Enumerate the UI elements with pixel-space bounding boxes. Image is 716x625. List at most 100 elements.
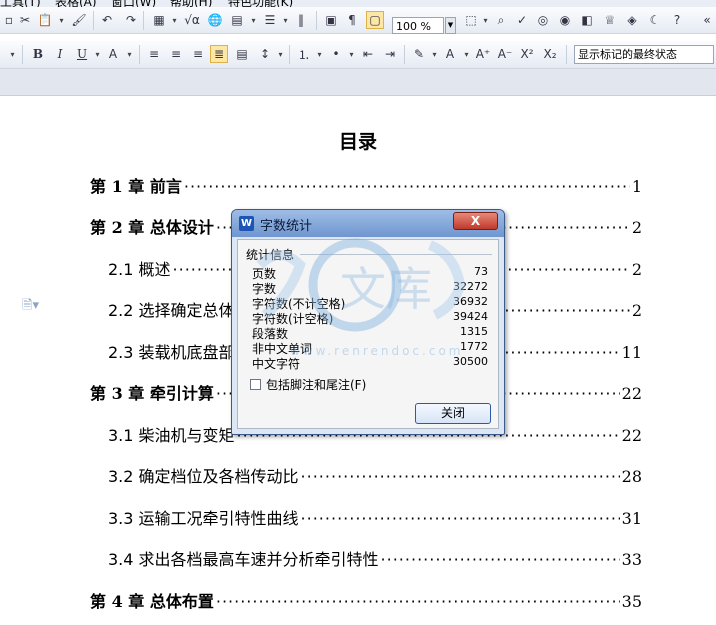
decrease-indent-icon[interactable]: ⇤ (359, 45, 377, 63)
dialog-titlebar[interactable]: W 字数统计 X (232, 210, 504, 237)
toc-entry-label: 3.2 确定档位及各档传动比 (108, 467, 299, 486)
show-hide-marks-icon[interactable]: ¶ (343, 11, 361, 29)
italic-icon[interactable]: I (51, 45, 69, 63)
select-objects-icon[interactable]: ⬚ (462, 11, 480, 29)
increase-indent-icon[interactable]: ⇥ (381, 45, 399, 63)
table-dropdown-icon[interactable]: ▾ (170, 11, 179, 29)
line-spacing-icon[interactable]: ↕ (256, 45, 274, 63)
toc-entry-page: 22 (621, 384, 642, 403)
line-spacing-dropdown-icon[interactable]: ▾ (276, 45, 285, 63)
toolbar-more-icon[interactable]: « (698, 11, 716, 29)
bullets-icon[interactable]: • (327, 45, 345, 63)
stat-value: 39424 (453, 310, 488, 323)
grow-font-icon[interactable]: A⁺ (474, 45, 492, 63)
close-button[interactable]: 关闭 (415, 403, 491, 424)
separator (143, 11, 144, 30)
font-color-icon[interactable]: A (441, 45, 459, 63)
paste-icon[interactable]: 📋 (36, 11, 54, 29)
underline-icon[interactable]: U (73, 45, 91, 63)
page-view-icon[interactable]: ▢ (366, 11, 384, 29)
stat-row: 非中文单词 1772 (252, 340, 488, 356)
underline-dropdown-icon[interactable]: ▾ (93, 45, 102, 63)
align-center-icon[interactable]: ≡ (167, 45, 185, 63)
shrink-font-icon[interactable]: A⁻ (496, 45, 514, 63)
toc-entry-label: 第 1 章 前言 (90, 177, 182, 196)
translate-icon[interactable]: ◎ (534, 11, 552, 29)
align-justify-icon[interactable]: ≣ (210, 45, 228, 63)
font-color-dropdown-icon[interactable]: ▾ (462, 45, 471, 63)
stat-value: 1315 (460, 325, 488, 338)
stat-row: 段落数 1315 (252, 325, 488, 341)
distributed-align-icon[interactable]: ▤ (233, 45, 251, 63)
share-icon[interactable]: ◉ (556, 11, 574, 29)
highlight-dropdown-icon[interactable]: ▾ (430, 45, 439, 63)
night-mode-icon[interactable]: ☾ (646, 11, 664, 29)
toc-leader: ········································… (380, 550, 620, 569)
insert-chart-icon[interactable]: ▤ (228, 11, 246, 29)
columns-icon[interactable]: ☰ (261, 11, 279, 29)
spelling-check-icon[interactable]: ✓ (513, 11, 531, 29)
wps-writer-icon: W (239, 216, 254, 231)
undo-icon[interactable]: ↶ (98, 11, 116, 29)
numbering-dropdown-icon[interactable]: ▾ (315, 45, 324, 63)
subscript-icon[interactable]: X₂ (541, 45, 559, 63)
toc-entry-page: 33 (621, 550, 642, 569)
separator (22, 45, 23, 64)
dialog-close-button[interactable]: X (453, 212, 498, 230)
insert-table-icon[interactable]: ▦ (150, 11, 168, 29)
document-title: 目录 (338, 131, 377, 153)
chart-dropdown-icon[interactable]: ▾ (249, 11, 258, 29)
numbering-icon[interactable]: ⒈ (295, 45, 313, 63)
font-effects-dropdown-icon[interactable]: ▾ (125, 45, 134, 63)
align-left-icon[interactable]: ≡ (145, 45, 163, 63)
zoom-dropdown-icon[interactable]: ▼ (445, 17, 456, 34)
highlight-icon[interactable]: ✎ (410, 45, 428, 63)
toc-entry-page: 2 (631, 218, 642, 237)
superscript-icon[interactable]: X² (518, 45, 536, 63)
bold-icon[interactable]: B (29, 45, 47, 63)
toc-entry[interactable]: 第 1 章 前言 ·······························… (90, 173, 642, 197)
toc-entry[interactable]: 3.2 确定档位及各档传动比 ·························… (108, 463, 642, 487)
toc-entry-label: 2.2 选择确定总体 (108, 301, 235, 320)
hyperlink-icon[interactable]: 🌐 (206, 11, 224, 29)
toc-entry-label: 第 4 章 总体布置 (90, 592, 214, 611)
find-icon[interactable]: ⌕ (492, 11, 510, 29)
toc-entry-page: 22 (621, 426, 642, 445)
help-icon[interactable]: ? (668, 11, 686, 29)
separator (289, 45, 290, 64)
document-map-icon[interactable]: ▣ (322, 11, 340, 29)
cut-icon[interactable]: ✂ (16, 11, 34, 29)
font-effects-icon[interactable]: A (104, 45, 122, 63)
zoom-input[interactable]: 100 % (392, 17, 444, 34)
align-right-icon[interactable]: ≡ (189, 45, 207, 63)
track-changes-view-select[interactable]: 显示标记的最终状态 (574, 45, 714, 64)
toc-entry-page: 35 (621, 592, 642, 611)
stat-row: 页数 73 (252, 265, 488, 281)
include-footnotes-checkbox[interactable] (250, 379, 261, 390)
font-size-dropdown-icon[interactable]: ▾ (8, 45, 17, 63)
stat-row: 字符数(不计空格) 36932 (252, 295, 488, 311)
statistics-group-label: 统计信息 (246, 248, 295, 262)
standard-toolbar: ▫ ✂ 📋 ▾ 🖌 ↶ ↷ ▦ ▾ √α 🌐 ▤ ▾ ☰ ▾ ‖ ▣ ¶ ▢ 1… (0, 7, 716, 34)
show-paragraph-marks-icon[interactable]: ‖ (292, 11, 310, 29)
toc-entry[interactable]: 第 4 章 总体布置 ·····························… (90, 588, 642, 612)
redo-icon[interactable]: ↷ (122, 11, 140, 29)
skin-icon[interactable]: ♕ (601, 11, 619, 29)
toc-entry[interactable]: 3.4 求出各档最高车速并分析牵引特性 ····················… (108, 546, 642, 570)
include-footnotes-label[interactable]: 包括脚注和尾注(F) (266, 376, 366, 393)
wps-online-icon[interactable]: ◧ (578, 11, 596, 29)
columns-dropdown-icon[interactable]: ▾ (281, 11, 290, 29)
paragraph-options-icon[interactable]: 🗎▾ (22, 296, 39, 318)
dialog-body: 统计信息 页数 73 字数 32272 字符数(不计空格) 36932 字符数(… (237, 239, 499, 429)
select-dropdown-icon[interactable]: ▾ (481, 11, 490, 29)
toc-entry-label: 2.1 概述 (108, 260, 171, 279)
paste-dropdown-icon[interactable]: ▾ (57, 11, 66, 29)
stat-row: 中文字符 30500 (252, 355, 488, 371)
separator (404, 45, 405, 64)
bullets-dropdown-icon[interactable]: ▾ (347, 45, 356, 63)
format-painter-icon[interactable]: 🖌 (70, 11, 88, 29)
formula-icon[interactable]: √α (183, 11, 201, 29)
tips-icon[interactable]: ◈ (623, 11, 641, 29)
toc-entry[interactable]: 3.3 运输工况牵引特性曲线 ·························… (108, 505, 642, 529)
toc-leader: ········································… (215, 592, 620, 611)
